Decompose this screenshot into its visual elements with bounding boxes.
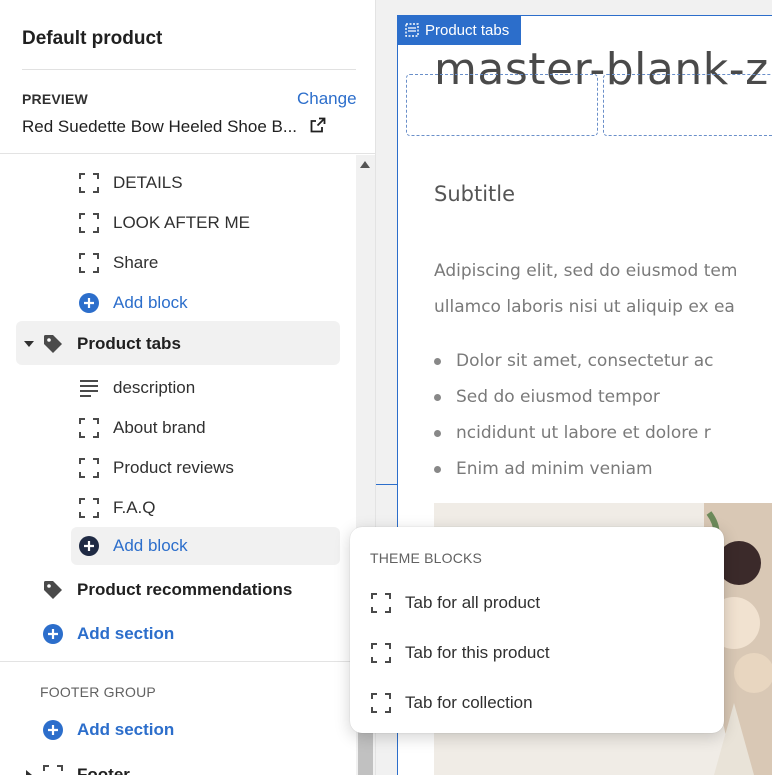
preview-product-name: Red Suedette Bow Heeled Shoe B...	[22, 117, 298, 136]
block-icon	[79, 418, 99, 438]
tag-icon	[44, 581, 62, 599]
section-icon	[405, 23, 419, 37]
page-title: Default product	[22, 28, 163, 49]
tree-item-about-brand[interactable]: About brand	[78, 410, 206, 446]
change-preview-link[interactable]: Change	[297, 89, 357, 109]
add-block-label: Add block	[113, 293, 188, 312]
sidebar-header: Default product PREVIEW Change Red Suede…	[0, 0, 375, 154]
scroll-up-arrow-icon[interactable]	[360, 161, 370, 168]
section-label: Footer	[77, 765, 130, 775]
block-icon	[43, 765, 63, 771]
tab-for-all-product-option[interactable]: Tab for all product	[370, 588, 540, 618]
caret-right-icon[interactable]	[22, 768, 36, 775]
block-icon	[371, 593, 391, 613]
theme-blocks-popover: THEME BLOCKS Tab for all product Tab for…	[350, 527, 724, 733]
tree-item-details[interactable]: DETAILS	[78, 165, 183, 201]
caret-down-icon[interactable]	[22, 337, 36, 351]
add-section-label: Add section	[77, 624, 175, 643]
tree-item-faq[interactable]: F.A.Q	[78, 490, 156, 526]
footer-group-label: FOOTER GROUP	[40, 684, 156, 700]
add-block-button[interactable]: Add block	[78, 285, 188, 321]
block-icon	[371, 643, 391, 663]
add-section-label: Add section	[77, 720, 175, 739]
add-section-button[interactable]: Add section	[42, 616, 174, 652]
section-tree: DETAILS LOOK AFTER ME Share Add block Pr…	[0, 155, 356, 775]
scroll-thumb[interactable]	[358, 730, 373, 775]
preview-bullet-list: Dolor sit amet, consectetur ac Sed do ei…	[433, 343, 713, 487]
tree-item-label: Share	[113, 253, 159, 272]
paragraph-line: Adipiscing elit, sed do eiusmod tem	[434, 261, 738, 281]
add-block-label: Add block	[113, 536, 188, 555]
tree-item-look-after-me[interactable]: LOOK AFTER ME	[78, 205, 250, 241]
option-label: Tab for all product	[405, 593, 541, 612]
list-item: Dolor sit amet, consectetur ac	[433, 343, 713, 379]
tree-item-description[interactable]: description	[78, 370, 195, 406]
tree-item-label: Product reviews	[113, 458, 234, 477]
plus-circle-icon	[43, 624, 63, 644]
text-align-icon	[80, 380, 98, 397]
section-badge[interactable]: Product tabs	[397, 15, 522, 45]
tree-item-share[interactable]: Share	[78, 245, 158, 281]
section-label: Product recommendations	[77, 580, 293, 599]
tag-icon	[44, 335, 62, 353]
plus-circle-icon	[43, 720, 63, 740]
tree-item-label: LOOK AFTER ME	[113, 213, 250, 232]
tab-for-this-product-option[interactable]: Tab for this product	[370, 638, 550, 668]
section-footer[interactable]: Footer	[22, 757, 130, 775]
tab-block-placeholder[interactable]	[406, 74, 598, 136]
block-icon	[79, 458, 99, 478]
preview-label: PREVIEW	[22, 91, 88, 107]
footer-add-section-button[interactable]: Add section	[42, 712, 174, 748]
tree-item-label: description	[113, 378, 196, 397]
block-icon	[371, 693, 391, 713]
tree-item-product-reviews[interactable]: Product reviews	[78, 450, 234, 486]
plus-circle-icon	[79, 293, 99, 313]
section-product-recommendations[interactable]: Product recommendations	[42, 572, 292, 608]
preview-paragraph: Adipiscing elit, sed do eiusmod tem ulla…	[434, 253, 737, 325]
section-badge-label: Product tabs	[425, 21, 510, 39]
block-icon	[79, 498, 99, 518]
editor-sidebar: Default product PREVIEW Change Red Suede…	[0, 0, 376, 775]
list-item: Enim ad minim veniam	[433, 451, 713, 487]
section-label: Product tabs	[77, 334, 181, 353]
tree-item-label: F.A.Q	[113, 498, 156, 517]
list-item: Sed do eiusmod tempor	[433, 379, 713, 415]
divider	[22, 69, 356, 70]
tab-block-placeholder[interactable]	[603, 74, 772, 136]
block-icon	[79, 253, 99, 273]
block-icon	[79, 213, 99, 233]
tree-item-label: About brand	[113, 418, 206, 437]
tree-item-label: DETAILS	[113, 173, 183, 192]
external-link-icon[interactable]	[310, 117, 326, 133]
add-block-button-active[interactable]: Add block	[78, 528, 188, 564]
block-icon	[79, 173, 99, 193]
option-label: Tab for this product	[405, 643, 550, 662]
list-item: ncididunt ut labore et dolore r	[433, 415, 713, 451]
option-label: Tab for collection	[405, 693, 533, 712]
section-product-tabs[interactable]: Product tabs	[22, 326, 181, 362]
divider	[376, 484, 397, 485]
divider	[0, 661, 356, 662]
tab-for-collection-option[interactable]: Tab for collection	[370, 688, 533, 718]
paragraph-line: ullamco laboris nisi ut aliquip ex ea	[434, 297, 735, 317]
plus-circle-icon	[79, 536, 99, 556]
preview-subtitle: Subtitle	[434, 182, 516, 206]
popover-heading: THEME BLOCKS	[370, 550, 483, 566]
